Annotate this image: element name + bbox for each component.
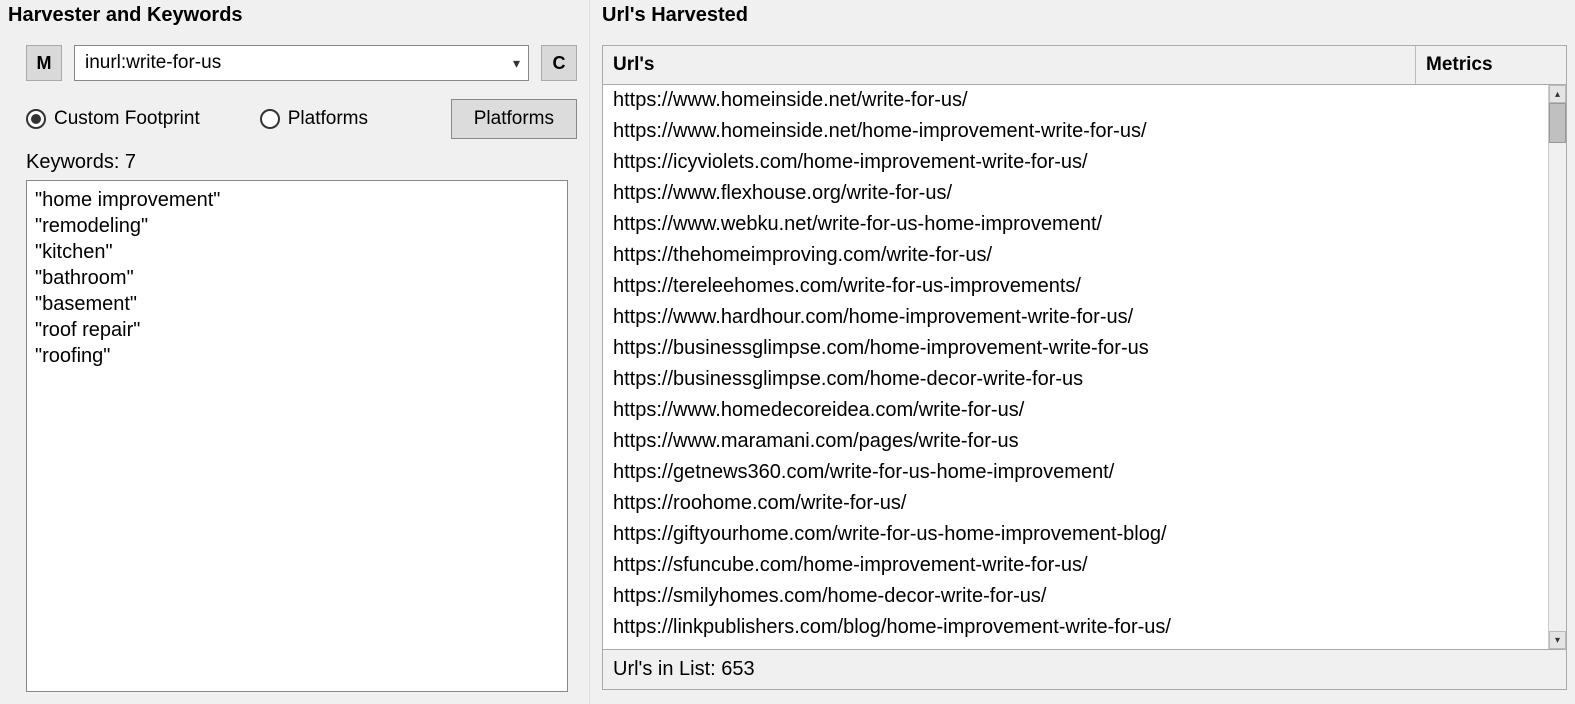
- chevron-down-icon: ▾: [513, 55, 520, 72]
- keywords-textarea[interactable]: [26, 180, 568, 692]
- table-row[interactable]: https://www.maramani.com/pages/write-for…: [603, 426, 1548, 457]
- table-row[interactable]: https://businessglimpse.com/home-decor-w…: [603, 364, 1548, 395]
- scroll-thumb[interactable]: [1549, 103, 1566, 143]
- m-button[interactable]: M: [26, 45, 62, 81]
- table-row[interactable]: https://businessglimpse.com/home-improve…: [603, 333, 1548, 364]
- table-row[interactable]: https://smilyhomes.com/home-decor-write-…: [603, 581, 1548, 612]
- table-row[interactable]: https://giftyourhome.com/write-for-us-ho…: [603, 519, 1548, 550]
- radio-checked-icon: [26, 109, 46, 129]
- radio-platforms[interactable]: Platforms: [260, 108, 368, 130]
- radio-unchecked-icon: [260, 109, 280, 129]
- harvester-panel: Harvester and Keywords M inurl:write-for…: [0, 0, 590, 704]
- harvester-title: Harvester and Keywords: [8, 4, 577, 27]
- table-row[interactable]: https://linkpublishers.com/blog/home-imp…: [603, 612, 1548, 643]
- scroll-up-icon[interactable]: ▴: [1549, 85, 1566, 103]
- table-row[interactable]: https://www.homeinside.net/write-for-us/: [603, 85, 1548, 116]
- table-row[interactable]: https://www.homedecoreidea.com/write-for…: [603, 395, 1548, 426]
- col-header-urls[interactable]: Url's: [603, 46, 1416, 84]
- table-row[interactable]: https://icyviolets.com/home-improvement-…: [603, 147, 1548, 178]
- table-row[interactable]: https://tereleehomes.com/write-for-us-im…: [603, 271, 1548, 302]
- radio-custom-label: Custom Footprint: [54, 108, 200, 130]
- table-row[interactable]: https://www.hardhour.com/home-improvemen…: [603, 302, 1548, 333]
- grid-footer: Url's in List: 653: [602, 650, 1567, 690]
- c-button[interactable]: C: [541, 45, 577, 81]
- scroll-down-icon[interactable]: ▾: [1549, 631, 1566, 649]
- table-row[interactable]: https://www.flexhouse.org/write-for-us/: [603, 178, 1548, 209]
- grid-body: https://www.homeinside.net/write-for-us/…: [603, 85, 1566, 649]
- col-header-metrics[interactable]: Metrics: [1416, 46, 1566, 84]
- table-row[interactable]: https://www.homeinside.net/home-improvem…: [603, 116, 1548, 147]
- table-row[interactable]: https://sfuncube.com/home-improvement-wr…: [603, 550, 1548, 581]
- grid-rows[interactable]: https://www.homeinside.net/write-for-us/…: [603, 85, 1548, 649]
- table-row[interactable]: https://www.webku.net/write-for-us-home-…: [603, 209, 1548, 240]
- urls-harvested-panel: Url's Harvested Url's Metrics https://ww…: [590, 0, 1575, 704]
- radio-platforms-label: Platforms: [288, 108, 368, 130]
- keywords-label: Keywords: 7: [26, 151, 577, 174]
- footprint-value: inurl:write-for-us: [85, 52, 221, 74]
- table-row[interactable]: https://getnews360.com/write-for-us-home…: [603, 457, 1548, 488]
- table-row[interactable]: https://thehomeimproving.com/write-for-u…: [603, 240, 1548, 271]
- table-row[interactable]: https://roohome.com/write-for-us/: [603, 488, 1548, 519]
- urls-title: Url's Harvested: [602, 4, 1567, 27]
- platforms-button[interactable]: Platforms: [451, 99, 577, 139]
- urls-grid: Url's Metrics https://www.homeinside.net…: [602, 45, 1567, 650]
- footprint-row: M inurl:write-for-us ▾ C: [26, 45, 577, 81]
- scroll-track[interactable]: [1549, 143, 1566, 631]
- vertical-scrollbar[interactable]: ▴ ▾: [1548, 85, 1566, 649]
- footprint-combobox[interactable]: inurl:write-for-us ▾: [74, 45, 529, 81]
- grid-header: Url's Metrics: [603, 46, 1566, 85]
- mode-row: Custom Footprint Platforms Platforms: [26, 99, 577, 139]
- radio-custom-footprint[interactable]: Custom Footprint: [26, 108, 200, 130]
